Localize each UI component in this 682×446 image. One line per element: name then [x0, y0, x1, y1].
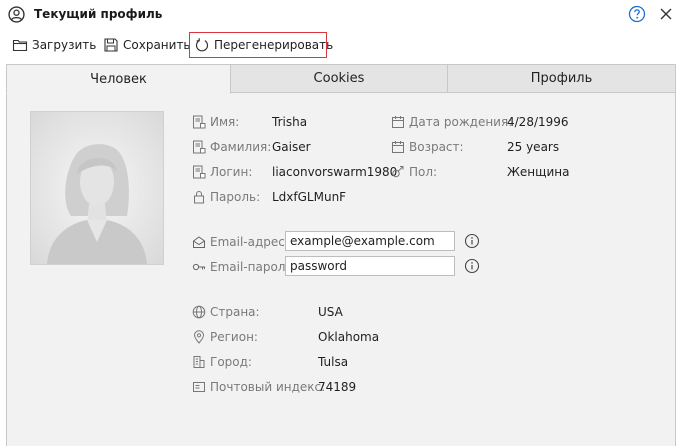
id-card-icon	[193, 165, 206, 179]
key-icon	[192, 263, 205, 271]
tab-cookies[interactable]: Cookies	[230, 64, 448, 93]
envelope-icon	[193, 236, 205, 248]
city-value[interactable]: Tulsa	[318, 355, 348, 369]
birth-date-value[interactable]: 4/28/1996	[507, 115, 569, 129]
window-title: Текущий профиль	[34, 7, 163, 21]
gender-label: Пол:	[409, 165, 438, 179]
building-icon	[193, 356, 205, 368]
calendar-icon	[392, 116, 404, 128]
zip-value[interactable]: 74189	[318, 380, 356, 394]
load-button[interactable]: Загрузить	[8, 32, 100, 58]
region-label: Регион:	[210, 330, 258, 344]
country-value[interactable]: USA	[318, 305, 343, 319]
map-pin-icon	[193, 330, 205, 344]
zip-label: Почтовый индекс:	[210, 380, 326, 394]
login-label: Логин:	[210, 165, 253, 179]
postal-card-icon	[193, 382, 205, 392]
email-field[interactable]: example@example.com	[285, 231, 455, 251]
email-password-field[interactable]: password	[285, 256, 455, 276]
user-circle-icon	[8, 6, 25, 23]
toolbar: Загрузить Сохранить Перегенерировать	[0, 30, 682, 60]
info-icon[interactable]	[464, 258, 480, 274]
load-label: Загрузить	[32, 38, 97, 52]
first-name-value[interactable]: Trisha	[272, 115, 307, 129]
gender-value[interactable]: Женщина	[507, 165, 569, 179]
close-icon[interactable]	[657, 5, 675, 23]
regenerate-button[interactable]: Перегенерировать	[189, 32, 333, 58]
calendar-icon	[392, 141, 404, 153]
save-label: Сохранить	[123, 38, 191, 52]
email-label: Email-адрес:	[210, 235, 289, 249]
title-bar: Текущий профиль	[0, 0, 682, 30]
save-button[interactable]: Сохранить	[99, 32, 195, 58]
password-label: Пароль:	[210, 190, 261, 204]
last-name-value[interactable]: Gaiser	[272, 140, 311, 154]
region-value[interactable]: Oklahoma	[318, 330, 379, 344]
age-value[interactable]: 25 years	[507, 140, 559, 154]
globe-icon	[192, 305, 206, 319]
tab-profile[interactable]: Профиль	[447, 64, 676, 93]
help-icon[interactable]	[628, 5, 646, 23]
regenerate-label: Перегенерировать	[214, 38, 334, 52]
login-value[interactable]: liaconvorswarm1980	[272, 165, 397, 179]
info-icon[interactable]	[464, 233, 480, 249]
gender-icon	[392, 166, 404, 178]
last-name-label: Фамилия:	[210, 140, 272, 154]
password-value[interactable]: LdxfGLMunF	[272, 190, 346, 204]
email-password-label: Email-пароль:	[210, 260, 297, 274]
tab-person[interactable]: Человек	[6, 64, 231, 94]
id-card-icon	[193, 115, 206, 129]
birth-date-label: Дата рождения:	[409, 115, 513, 129]
tab-bar: Человек Cookies Профиль	[6, 64, 676, 94]
avatar	[30, 111, 164, 265]
city-label: Город:	[210, 355, 252, 369]
first-name-label: Имя:	[210, 115, 240, 129]
refresh-icon	[195, 38, 209, 52]
female-silhouette-icon	[47, 144, 147, 264]
lock-icon	[194, 191, 204, 204]
floppy-disk-icon	[104, 38, 118, 52]
country-label: Страна:	[210, 305, 260, 319]
folder-icon	[12, 39, 28, 52]
id-card-icon	[193, 140, 206, 154]
age-label: Возраст:	[409, 140, 464, 154]
